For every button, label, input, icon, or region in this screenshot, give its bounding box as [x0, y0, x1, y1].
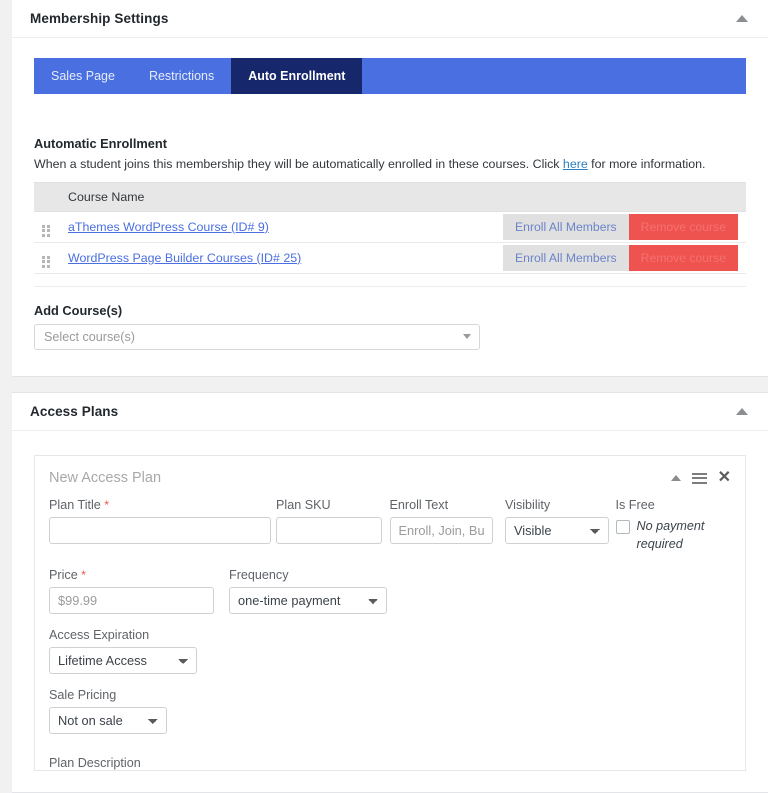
plan-field-row-2: Price * Frequency one-time payment — [49, 568, 731, 614]
tab-sales-page[interactable]: Sales Page — [34, 58, 132, 94]
column-header-handle — [34, 182, 60, 211]
course-link[interactable]: aThemes WordPress Course (ID# 9) — [68, 220, 269, 234]
remove-course-button[interactable]: Remove course — [629, 214, 738, 240]
auto-enrollment-courses-table: Course Name aThemes WordPress Course (ID… — [34, 182, 746, 274]
is-free-checkbox[interactable] — [616, 520, 630, 534]
field-is-free: Is Free No payment required — [616, 498, 731, 554]
access-plans-body: New Access Plan ✕ Plan Title * — [12, 431, 768, 771]
cell-drag-handle — [34, 242, 60, 273]
remove-course-button[interactable]: Remove course — [629, 245, 738, 271]
access-plan-card-header: New Access Plan ✕ — [35, 456, 745, 498]
price-input[interactable] — [49, 587, 214, 614]
field-price: Price * — [49, 568, 229, 614]
cell-course-name: aThemes WordPress Course (ID# 9) — [60, 211, 403, 242]
screen-root: Membership Settings Sales Page Restricti… — [0, 0, 768, 793]
column-header-actions — [403, 182, 746, 211]
hamburger-icon[interactable] — [692, 470, 707, 486]
field-access-expiration: Access Expiration Lifetime Access — [49, 628, 197, 674]
plan-title-input[interactable] — [49, 517, 271, 544]
access-plan-card-actions: ✕ — [671, 470, 731, 486]
automatic-enrollment-heading: Automatic Enrollment — [34, 136, 746, 151]
table-header-row: Course Name — [34, 182, 746, 211]
is-free-checkbox-label: No payment required — [637, 517, 731, 554]
enroll-all-members-button[interactable]: Enroll All Members — [503, 245, 629, 271]
price-label: Price * — [49, 568, 229, 582]
is-free-checkbox-row: No payment required — [616, 517, 731, 554]
plan-field-row-4: Sale Pricing Not on sale — [49, 688, 731, 734]
table-body: aThemes WordPress Course (ID# 9) Enroll … — [34, 211, 746, 273]
chevron-down-icon — [463, 334, 471, 339]
table-header: Course Name — [34, 182, 746, 211]
auto-enrollment-section: Automatic Enrollment When a student join… — [12, 94, 768, 376]
field-sale-pricing: Sale Pricing Not on sale — [49, 688, 167, 734]
access-plan-card: New Access Plan ✕ Plan Title * — [34, 455, 746, 771]
enroll-text-input[interactable] — [390, 517, 493, 544]
plan-description-label: Plan Description — [35, 756, 745, 770]
automatic-enrollment-description: When a student joins this membership the… — [34, 155, 746, 174]
field-enroll-text: Enroll Text — [390, 498, 505, 544]
field-plan-title: Plan Title * — [49, 498, 276, 544]
settings-tabs: Sales Page Restrictions Auto Enrollment — [34, 58, 746, 94]
membership-settings-body: Sales Page Restrictions Auto Enrollment … — [12, 58, 768, 376]
triangle-up-icon[interactable] — [736, 408, 748, 415]
access-plan-title-placeholder: New Access Plan — [49, 470, 161, 486]
plan-title-label-text: Plan Title — [49, 498, 101, 512]
frequency-label: Frequency — [229, 568, 387, 582]
description-text-before: When a student joins this membership the… — [34, 157, 563, 171]
column-header-course-name: Course Name — [60, 182, 403, 211]
plan-sku-label: Plan SKU — [276, 498, 390, 512]
required-indicator: * — [104, 498, 109, 512]
plan-field-row-3: Access Expiration Lifetime Access — [49, 628, 731, 674]
drag-handle-icon[interactable] — [42, 225, 50, 237]
plan-field-row-1: Plan Title * Plan SKU Enroll Text V — [49, 498, 731, 554]
is-free-label: Is Free — [616, 498, 731, 512]
triangle-up-icon[interactable] — [671, 475, 681, 481]
tab-restrictions[interactable]: Restrictions — [132, 58, 231, 94]
required-indicator: * — [81, 568, 86, 582]
visibility-select[interactable]: Visible — [505, 517, 609, 544]
cell-row-actions: Enroll All MembersRemove course — [403, 211, 746, 242]
section-divider — [34, 286, 746, 287]
field-plan-sku: Plan SKU — [276, 498, 390, 544]
close-icon[interactable]: ✕ — [718, 470, 731, 486]
add-courses-placeholder: Select course(s) — [44, 330, 135, 344]
add-courses-select[interactable]: Select course(s) — [34, 324, 480, 350]
enroll-all-members-button[interactable]: Enroll All Members — [503, 214, 629, 240]
cell-row-actions: Enroll All MembersRemove course — [403, 242, 746, 273]
access-plan-fields: Plan Title * Plan SKU Enroll Text V — [35, 498, 745, 754]
cell-course-name: WordPress Page Builder Courses (ID# 25) — [60, 242, 403, 273]
triangle-up-icon[interactable] — [736, 15, 748, 22]
access-plans-panel: Access Plans New Access Plan ✕ — [12, 392, 768, 793]
more-information-link[interactable]: here — [563, 157, 588, 171]
enroll-text-label: Enroll Text — [390, 498, 505, 512]
membership-settings-header[interactable]: Membership Settings — [12, 0, 768, 38]
description-text-after: for more information. — [588, 157, 706, 171]
access-plans-header[interactable]: Access Plans — [12, 393, 768, 431]
tab-auto-enrollment[interactable]: Auto Enrollment — [231, 58, 362, 94]
membership-settings-panel: Membership Settings Sales Page Restricti… — [12, 0, 768, 377]
price-label-text: Price — [49, 568, 78, 582]
add-courses-label: Add Course(s) — [34, 303, 746, 318]
field-visibility: Visibility Visible — [505, 498, 616, 544]
access-expiration-label: Access Expiration — [49, 628, 197, 642]
field-frequency: Frequency one-time payment — [229, 568, 387, 614]
access-plans-title: Access Plans — [30, 404, 118, 419]
table-row: aThemes WordPress Course (ID# 9) Enroll … — [34, 211, 746, 242]
visibility-label: Visibility — [505, 498, 616, 512]
course-link[interactable]: WordPress Page Builder Courses (ID# 25) — [68, 251, 301, 265]
cell-drag-handle — [34, 211, 60, 242]
page-title: Membership Settings — [30, 11, 168, 26]
sale-pricing-select[interactable]: Not on sale — [49, 707, 167, 734]
plan-title-label: Plan Title * — [49, 498, 276, 512]
table-row: WordPress Page Builder Courses (ID# 25) … — [34, 242, 746, 273]
frequency-select[interactable]: one-time payment — [229, 587, 387, 614]
sale-pricing-label: Sale Pricing — [49, 688, 167, 702]
access-expiration-select[interactable]: Lifetime Access — [49, 647, 197, 674]
drag-handle-icon[interactable] — [42, 256, 50, 268]
plan-sku-input[interactable] — [276, 517, 382, 544]
